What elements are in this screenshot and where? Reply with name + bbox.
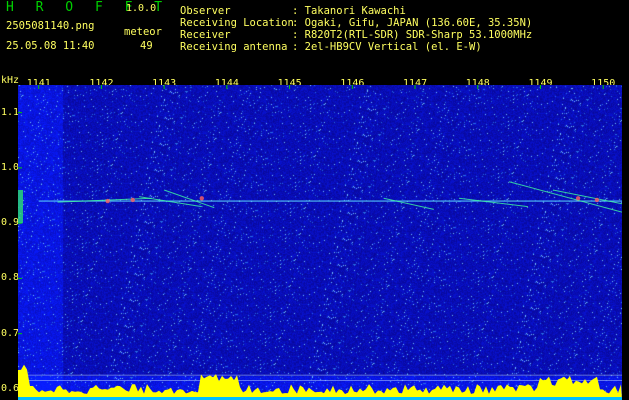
meteor-echo [199,196,204,201]
meteor-count: 49 [140,40,153,52]
observer-value: : Takanori Kawachi [292,5,406,17]
y-axis-unit: kHz [1,75,20,86]
y-tick-label: 1.0 [1,161,20,173]
location-value: : Ogaki, Gifu, JAPAN (136.60E, 35.35N) [292,17,533,29]
y-tick-label: 1.1 [1,106,20,118]
meteor-echo [130,197,135,203]
header-panel: H R O F F T 1.0.0 2505081140.png meteor … [0,0,629,75]
y-tick-label: 0.6 [1,382,20,394]
y-tick-label: 0.8 [1,272,20,284]
observer-label: Observer [180,5,231,17]
meteor-trace [383,197,434,210]
location-label: Receiving Location [180,17,294,29]
y-tick-label: 0.9 [1,217,20,229]
spectrogram-overlay [18,85,622,400]
receiver-label: Receiver [180,29,231,41]
meteor-trace [508,181,622,213]
receiver-value: : R820T2(RTL-SDR) SDR-Sharp 53.1000MHz [292,29,533,41]
y-tick-label: 0.7 [1,327,20,339]
app-version: 1.0.0 [126,3,157,14]
noise-floor [18,364,622,400]
meteor-label: meteor [124,26,162,38]
meteor-echo [575,196,581,201]
meteor-trace [458,197,528,208]
antenna-label: Receiving antenna [180,41,288,53]
left-echo [18,190,23,224]
file-name: 2505081140.png [6,20,95,32]
meteor-echo [105,198,110,204]
antenna-value: : 2el-HB9CV Vertical (el. E-W) [292,41,482,53]
meteor-echo [594,197,600,203]
date-time: 25.05.08 11:40 [6,40,95,52]
meteor-trace [552,189,622,205]
